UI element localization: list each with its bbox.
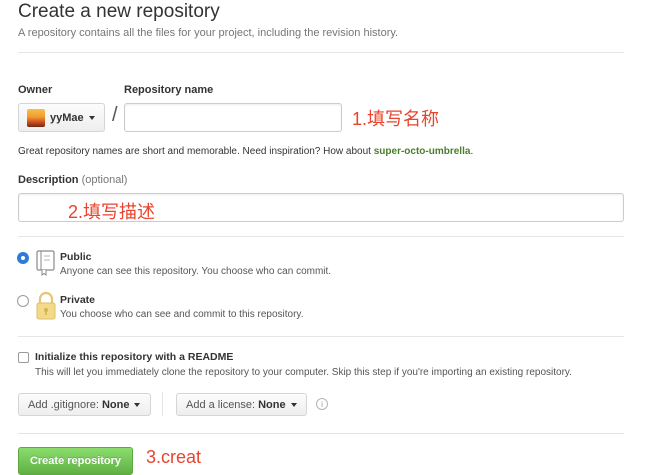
name-hint: Great repository names are short and mem… — [18, 146, 474, 157]
divider — [18, 336, 624, 337]
description-label: Description — [18, 174, 79, 186]
optional-tag: (optional) — [81, 174, 128, 186]
divider — [18, 52, 624, 53]
public-option-description: Anyone can see this repository. You choo… — [60, 266, 332, 277]
divider — [162, 392, 163, 416]
repo-name-label: Repository name — [124, 84, 214, 96]
annotation-fill-name: 1.填写名称 — [352, 109, 440, 129]
license-value: None — [258, 398, 286, 411]
readme-description: This will let you immediately clone the … — [35, 367, 572, 378]
license-prefix: Add a license: — [186, 398, 256, 411]
divider — [18, 236, 624, 237]
suggested-name-link[interactable]: super-octo-umbrella — [374, 146, 471, 157]
annotation-fill-description: 2.填写描述 — [68, 202, 156, 222]
public-repo-icon — [35, 250, 57, 281]
license-dropdown[interactable]: Add a license: None — [176, 393, 307, 416]
public-radio[interactable] — [17, 252, 29, 264]
public-option-title: Public — [60, 251, 92, 263]
private-option-description: You choose who can see and commit to thi… — [60, 309, 304, 320]
divider — [18, 433, 624, 434]
lock-icon — [35, 291, 57, 326]
description-label-row: Description (optional) — [18, 174, 127, 186]
repository-name-input[interactable] — [124, 103, 342, 132]
page-subtitle: A repository contains all the files for … — [18, 27, 399, 39]
chevron-down-icon — [134, 402, 141, 407]
readme-checkbox[interactable] — [18, 352, 29, 363]
gitignore-prefix: Add .gitignore: — [28, 398, 99, 411]
owner-label: Owner — [18, 84, 53, 96]
gitignore-value: None — [101, 398, 130, 411]
create-repository-button[interactable]: Create repository — [18, 447, 133, 475]
annotation-create: 3.creat — [146, 447, 202, 467]
gitignore-dropdown[interactable]: Add .gitignore: None — [18, 393, 151, 416]
owner-repo-separator: / — [112, 104, 118, 126]
avatar — [27, 108, 45, 127]
owner-name: yyMae — [50, 111, 84, 124]
owner-dropdown[interactable]: yyMae — [18, 103, 105, 132]
info-icon[interactable]: i — [316, 398, 328, 410]
chevron-down-icon — [88, 115, 95, 120]
private-radio[interactable] — [17, 295, 29, 307]
chevron-down-icon — [290, 402, 297, 407]
readme-title: Initialize this repository with a README — [35, 351, 234, 363]
private-option-title: Private — [60, 294, 96, 306]
page-title: Create a new repository — [18, 1, 220, 22]
